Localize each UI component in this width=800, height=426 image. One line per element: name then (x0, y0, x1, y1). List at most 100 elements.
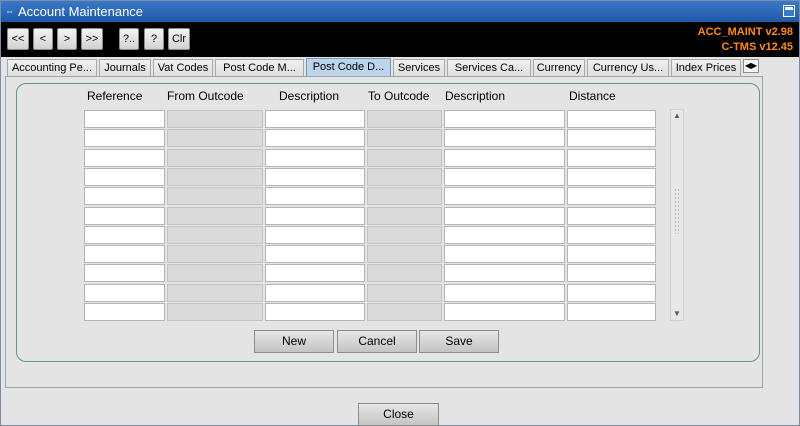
scroll-grip-icon[interactable] (674, 188, 680, 234)
to-outcode-cell (367, 129, 442, 147)
previous-record-button[interactable]: < (33, 28, 53, 50)
to-outcode-cell (367, 110, 442, 128)
from-outcode-cell (167, 110, 263, 128)
to-description-cell[interactable] (444, 303, 565, 321)
column-header-from-description: Description (279, 89, 340, 103)
reference-cell[interactable] (84, 110, 165, 128)
tab-bar: Accounting Pe... Journals Vat Codes Post… (1, 57, 799, 77)
reference-cell[interactable] (84, 284, 165, 302)
distance-cell[interactable] (567, 226, 656, 244)
reference-cell[interactable] (84, 226, 165, 244)
first-record-button[interactable]: << (7, 28, 29, 50)
distance-cell[interactable] (567, 129, 656, 147)
toolbar: << < > >> ?.. ? Clr ACC_MAINT v2.98 C-TM… (1, 22, 799, 57)
to-description-cell[interactable] (444, 129, 565, 147)
column-header-to-outcode: To Outcode (368, 89, 430, 103)
from-outcode-cell (167, 187, 263, 205)
reference-cell[interactable] (84, 264, 165, 282)
scroll-up-arrow-icon[interactable]: ▲ (671, 110, 683, 122)
from-outcode-cell (167, 284, 263, 302)
save-button[interactable]: Save (419, 330, 499, 353)
reference-cell[interactable] (84, 245, 165, 263)
to-description-cell[interactable] (444, 110, 565, 128)
distance-cell[interactable] (567, 110, 656, 128)
from-outcode-cell (167, 303, 263, 321)
to-description-cell[interactable] (444, 168, 565, 186)
distance-cell[interactable] (567, 149, 656, 167)
from-description-cell[interactable] (265, 303, 365, 321)
from-description-cell[interactable] (265, 129, 365, 147)
tab-scroll-arrows-icon[interactable]: ◀▶ (743, 59, 759, 73)
tab-accounting-periods[interactable]: Accounting Pe... (7, 59, 97, 77)
from-description-cell[interactable] (265, 110, 365, 128)
reference-cell[interactable] (84, 207, 165, 225)
to-description-cell[interactable] (444, 187, 565, 205)
from-outcode-cell (167, 226, 263, 244)
module-version: ACC_MAINT v2.98 (697, 26, 793, 38)
from-outcode-cell (167, 245, 263, 263)
to-description-cell[interactable] (444, 149, 565, 167)
to-outcode-cell (367, 264, 442, 282)
reference-cell[interactable] (84, 303, 165, 321)
to-description-cell[interactable] (444, 264, 565, 282)
column-header-from-outcode: From Outcode (167, 89, 244, 103)
to-outcode-cell (367, 149, 442, 167)
scroll-down-arrow-icon[interactable]: ▼ (671, 308, 683, 320)
to-outcode-cell (367, 207, 442, 225)
tab-post-code-d[interactable]: Post Code D... (306, 58, 391, 77)
from-description-cell[interactable] (265, 207, 365, 225)
distance-cell[interactable] (567, 264, 656, 282)
help-button[interactable]: ? (144, 28, 164, 50)
reference-cell[interactable] (84, 187, 165, 205)
distance-cell[interactable] (567, 303, 656, 321)
tab-vat-codes[interactable]: Vat Codes (153, 59, 213, 77)
to-description-cell[interactable] (444, 284, 565, 302)
tab-currency-us[interactable]: Currency Us... (587, 59, 669, 77)
tab-services[interactable]: Services (393, 59, 445, 77)
clear-button[interactable]: Clr (168, 28, 190, 50)
distance-cell[interactable] (567, 168, 656, 186)
system-version: C-TMS v12.45 (721, 41, 793, 53)
reference-cell[interactable] (84, 149, 165, 167)
from-description-cell[interactable] (265, 245, 365, 263)
to-description-cell[interactable] (444, 226, 565, 244)
reference-cell[interactable] (84, 168, 165, 186)
from-description-cell[interactable] (265, 149, 365, 167)
column-header-to-description: Description (445, 89, 506, 103)
app-icon: ⇔ (5, 6, 14, 16)
reference-cell[interactable] (84, 129, 165, 147)
from-description-cell[interactable] (265, 168, 365, 186)
to-outcode-cell (367, 303, 442, 321)
query-button[interactable]: ?.. (119, 28, 139, 50)
close-button[interactable]: Close (358, 403, 439, 426)
to-outcode-cell (367, 245, 442, 263)
from-description-cell[interactable] (265, 187, 365, 205)
from-outcode-cell (167, 149, 263, 167)
new-button[interactable]: New (254, 330, 334, 353)
last-record-button[interactable]: >> (81, 28, 103, 50)
version-info: ACC_MAINT v2.98 C-TMS v12.45 (698, 25, 793, 55)
tab-journals[interactable]: Journals (99, 59, 151, 77)
tab-services-ca[interactable]: Services Ca... (447, 59, 531, 77)
to-description-cell[interactable] (444, 207, 565, 225)
column-header-distance: Distance (569, 89, 616, 103)
cancel-button[interactable]: Cancel (337, 330, 417, 353)
from-description-cell[interactable] (265, 264, 365, 282)
grid-scrollbar[interactable]: ▲ ▼ (670, 109, 684, 321)
to-outcode-cell (367, 168, 442, 186)
title-bar: ⇔ Account Maintenance (1, 1, 799, 22)
from-description-cell[interactable] (265, 226, 365, 244)
distance-cell[interactable] (567, 245, 656, 263)
to-description-cell[interactable] (444, 245, 565, 263)
maximize-button[interactable] (783, 5, 795, 17)
from-description-cell[interactable] (265, 284, 365, 302)
distance-cell[interactable] (567, 284, 656, 302)
distance-cell[interactable] (567, 207, 656, 225)
to-outcode-cell (367, 187, 442, 205)
tab-post-code-m[interactable]: Post Code M... (215, 59, 304, 77)
tab-index-prices[interactable]: Index Prices (671, 59, 741, 77)
distance-cell[interactable] (567, 187, 656, 205)
from-outcode-cell (167, 207, 263, 225)
next-record-button[interactable]: > (57, 28, 77, 50)
tab-currency[interactable]: Currency (533, 59, 585, 77)
